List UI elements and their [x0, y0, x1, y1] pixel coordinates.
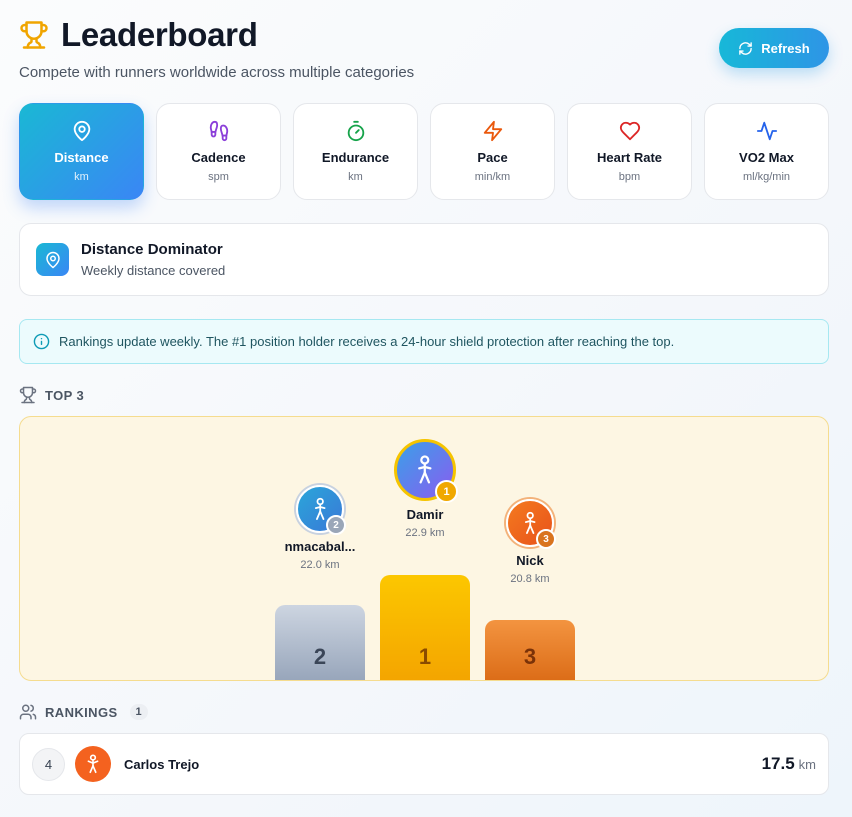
- timer-icon: [347, 120, 364, 142]
- tab-label: Heart Rate: [596, 150, 663, 165]
- rank-badge: 1: [435, 480, 458, 503]
- player-name: Damir: [406, 507, 444, 522]
- map-pin-icon: [45, 251, 60, 268]
- distance-value: 17.5: [761, 754, 795, 773]
- ranking-row[interactable]: 4 Carlos Trejo 17.5 km: [19, 733, 829, 795]
- map-pin-icon: [73, 120, 90, 142]
- runner-name: Carlos Trejo: [124, 756, 200, 772]
- activity-icon: [756, 121, 777, 141]
- tab-unit: km: [74, 171, 89, 183]
- refresh-button[interactable]: Refresh: [719, 28, 829, 68]
- podium-player-2[interactable]: 2 nmacabal... 22.0 km: [275, 485, 365, 571]
- tab-cadence[interactable]: Cadence spm: [156, 103, 281, 200]
- tab-label: Pace: [477, 150, 508, 165]
- podium-player-1[interactable]: 1 Damir 22.9 km: [380, 439, 470, 539]
- runner-icon: [418, 455, 432, 484]
- player-name: nmacabal...: [284, 539, 356, 554]
- podium-block-1: 1: [380, 575, 470, 680]
- tab-label: Endurance: [321, 150, 390, 165]
- category-card: Distance Dominator Weekly distance cover…: [19, 223, 829, 296]
- users-icon: [19, 704, 37, 720]
- avatar: 3: [506, 499, 556, 549]
- footprints-icon: [209, 120, 228, 142]
- tab-unit: km: [348, 171, 363, 183]
- refresh-label: Refresh: [761, 40, 810, 56]
- tab-label: Cadence: [191, 150, 246, 165]
- podium: 2 nmacabal... 22.0 km 2 1 Damir 22.9 km …: [19, 416, 829, 681]
- trophy-icon: [20, 21, 48, 49]
- rankings-label: RANKINGS: [45, 704, 118, 720]
- runner-distance: 17.5 km: [762, 754, 816, 774]
- top3-heading: TOP 3: [19, 386, 84, 404]
- page-header: Leaderboard Compete with runners worldwi…: [19, 16, 829, 86]
- info-icon: [33, 333, 50, 350]
- tab-pace[interactable]: Pace min/km: [430, 103, 555, 200]
- trophy-icon: [19, 386, 37, 404]
- rank-number: 4: [32, 747, 65, 781]
- info-notice: Rankings update weekly. The #1 position …: [19, 319, 829, 364]
- page-subtitle: Compete with runners worldwide across mu…: [19, 64, 415, 81]
- rank-badge: 2: [326, 515, 346, 535]
- lightning-icon: [483, 120, 502, 142]
- avatar: [75, 746, 111, 782]
- tab-unit: min/km: [474, 171, 511, 183]
- tab-unit: bpm: [618, 171, 641, 183]
- refresh-icon: [739, 41, 753, 55]
- rank-badge: 3: [536, 529, 556, 549]
- rankings-heading: RANKINGS 1: [19, 703, 149, 721]
- avatar: 2: [296, 485, 346, 535]
- podium-block-3: 3: [485, 620, 575, 680]
- tab-unit: ml/kg/min: [742, 171, 791, 183]
- player-distance: 22.0 km: [300, 559, 340, 571]
- tab-label: VO2 Max: [739, 150, 794, 165]
- rankings-count-badge: 1: [129, 704, 149, 720]
- podium-player-3[interactable]: 3 Nick 20.8 km: [485, 499, 575, 585]
- podium-block-2: 2: [275, 605, 365, 680]
- page-title: Leaderboard: [61, 16, 258, 53]
- top3-label: TOP 3: [45, 387, 85, 403]
- tab-endurance[interactable]: Endurance km: [293, 103, 418, 200]
- tab-unit: spm: [208, 171, 229, 183]
- notice-text: Rankings update weekly. The #1 position …: [59, 334, 675, 349]
- player-distance: 22.9 km: [405, 527, 445, 539]
- runner-icon: [87, 754, 99, 774]
- tab-heart-rate[interactable]: Heart Rate bpm: [567, 103, 692, 200]
- avatar: 1: [394, 439, 458, 503]
- tab-distance[interactable]: Distance km: [19, 103, 144, 200]
- player-name: Nick: [516, 553, 544, 568]
- category-icon-box: [36, 243, 69, 276]
- category-tabs: Distance km Cadence spm Endurance km Pac…: [19, 103, 829, 200]
- tab-label: Distance: [54, 150, 109, 165]
- category-description: Weekly distance covered: [81, 263, 226, 278]
- category-title: Distance Dominator: [81, 241, 223, 258]
- tab-vo2-max[interactable]: VO2 Max ml/kg/min: [704, 103, 829, 200]
- heart-icon: [619, 121, 640, 141]
- player-distance: 20.8 km: [510, 573, 550, 585]
- distance-unit: km: [798, 757, 816, 772]
